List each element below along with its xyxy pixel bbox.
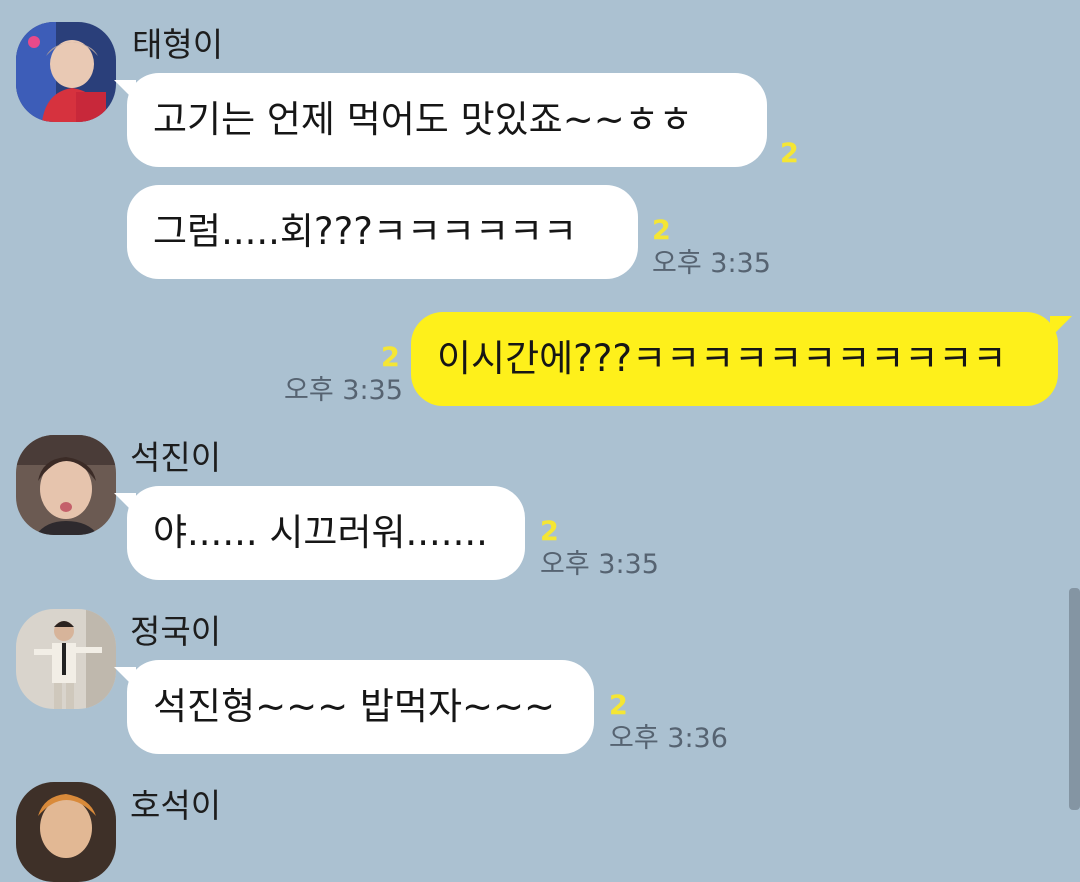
unread-count: 2 xyxy=(540,516,559,547)
chat-room: 태형이 고기는 언제 먹어도 맛있죠~~ㅎㅎ 2 그럼.....회???ㅋㅋㅋㅋ… xyxy=(0,0,1080,882)
profile-avatar-taehyung[interactable] xyxy=(16,22,116,122)
sender-name: 호석이 xyxy=(130,786,222,825)
message-timestamp: 오후 3:35 xyxy=(284,375,403,406)
sender-name: 정국이 xyxy=(130,612,222,651)
message-timestamp: 오후 3:35 xyxy=(652,248,771,279)
message-bubble[interactable]: 석진형~~~ 밥먹자~~~ xyxy=(127,660,594,754)
profile-avatar-jungkook[interactable] xyxy=(16,609,116,709)
message-bubble[interactable]: 야...... 시끄러워....... xyxy=(127,486,525,580)
message-timestamp: 오후 3:36 xyxy=(609,723,728,754)
scrollbar[interactable] xyxy=(1069,588,1080,810)
message-bubble[interactable]: 고기는 언제 먹어도 맛있죠~~ㅎㅎ xyxy=(127,73,767,167)
sender-name: 석진이 xyxy=(130,438,222,477)
message-bubble[interactable]: 그럼.....회???ㅋㅋㅋㅋㅋㅋ xyxy=(127,185,638,279)
profile-avatar-hoseok[interactable] xyxy=(16,782,116,882)
unread-count: 2 xyxy=(609,690,628,721)
my-message-bubble[interactable]: 이시간에???ㅋㅋㅋㅋㅋㅋㅋㅋㅋㅋㅋ xyxy=(411,312,1058,406)
unread-count: 2 xyxy=(652,215,671,246)
bubble-tail xyxy=(1050,316,1072,338)
message-timestamp: 오후 3:35 xyxy=(540,549,659,580)
unread-count: 2 xyxy=(381,342,400,373)
unread-count: 2 xyxy=(780,138,799,169)
sender-name: 태형이 xyxy=(132,25,224,64)
profile-avatar-seokjin[interactable] xyxy=(16,435,116,535)
